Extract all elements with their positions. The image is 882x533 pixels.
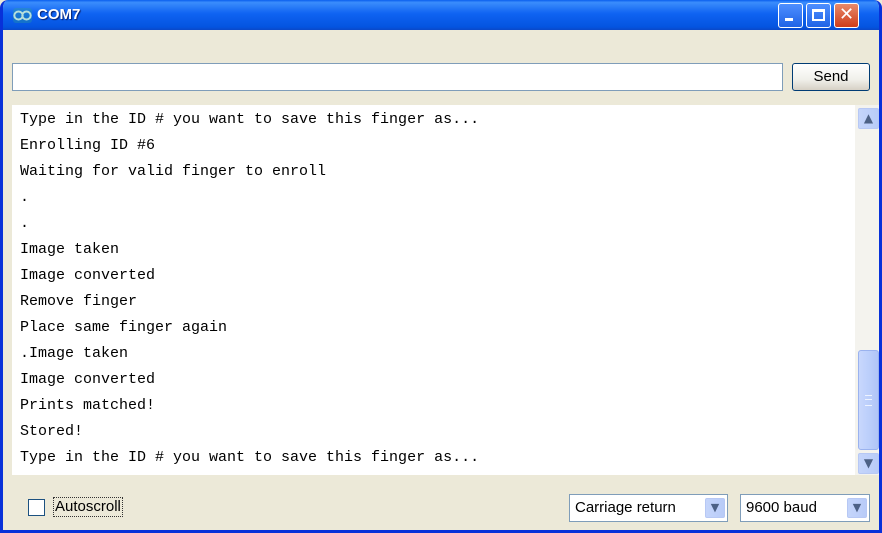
output-line: Image converted — [20, 371, 156, 388]
output-line: . — [20, 189, 30, 206]
output-line: Remove finger — [20, 293, 138, 310]
output-line: Enrolling ID #6 — [20, 137, 156, 154]
send-input[interactable] — [12, 63, 783, 91]
scroll-thumb[interactable] — [858, 350, 879, 450]
output-line: Type in the ID # you want to save this f… — [20, 111, 480, 128]
maximize-icon — [812, 9, 825, 21]
send-button[interactable]: Send — [792, 63, 870, 91]
window-title: COM7 — [37, 6, 81, 23]
output-line: .Image taken — [20, 345, 129, 362]
line-ending-value: Carriage return — [575, 499, 676, 516]
chevron-down-icon[interactable]: ▼ — [847, 498, 867, 518]
baud-rate-value: 9600 baud — [746, 499, 817, 516]
scroll-up-icon[interactable]: ▲ — [858, 108, 879, 129]
output-line: Place same finger again — [20, 319, 228, 336]
close-icon: ✕ — [838, 4, 855, 25]
output-line: Waiting for valid finger to enroll — [20, 163, 327, 180]
vertical-scrollbar[interactable]: ▲ ▼ — [855, 105, 879, 475]
autoscroll-label[interactable]: Autoscroll — [53, 497, 123, 517]
serial-output[interactable]: Type in the ID # you want to save this f… — [12, 105, 855, 475]
maximize-button[interactable] — [806, 3, 831, 28]
output-line: Prints matched! — [20, 397, 156, 414]
output-line: Image converted — [20, 267, 156, 284]
close-button[interactable]: ✕ — [834, 3, 859, 28]
chevron-down-icon[interactable]: ▼ — [705, 498, 725, 518]
line-ending-select[interactable]: Carriage return ▼ — [569, 494, 728, 522]
output-line: . — [20, 215, 30, 232]
scroll-down-icon[interactable]: ▼ — [858, 453, 879, 474]
baud-rate-select[interactable]: 9600 baud ▼ — [740, 494, 870, 522]
infinity-icon — [13, 8, 32, 23]
output-line: Stored! — [20, 423, 84, 440]
serial-monitor-window: COM7 ✕ Send Type in the ID # you want to… — [0, 0, 882, 533]
minimize-button[interactable] — [778, 3, 803, 28]
grip-icon — [865, 395, 872, 406]
autoscroll-checkbox[interactable] — [28, 499, 45, 516]
title-bar[interactable]: COM7 ✕ — [3, 0, 879, 30]
minimize-icon — [785, 18, 793, 21]
output-line: Type in the ID # you want to save this f… — [20, 449, 480, 466]
output-line: Image taken — [20, 241, 120, 258]
